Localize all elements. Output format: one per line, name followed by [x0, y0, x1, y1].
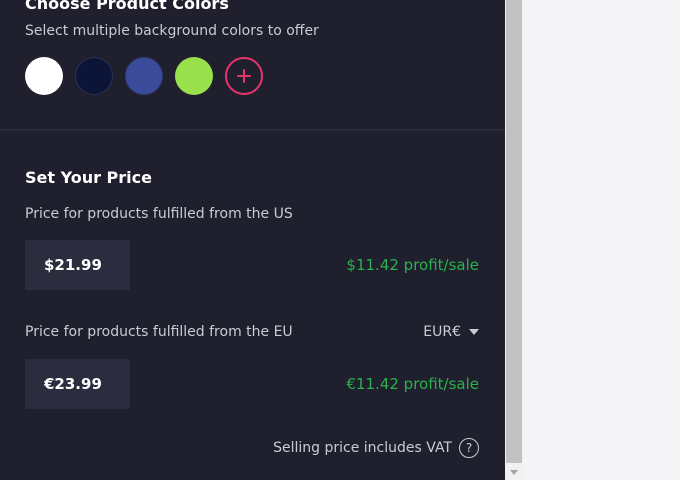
caret-down-icon: [469, 329, 479, 335]
color-swatch-lime-green[interactable]: [175, 57, 213, 95]
color-swatch-royal-blue[interactable]: [125, 57, 163, 95]
scrollbar-thumb[interactable]: [506, 0, 522, 463]
us-profit-text: $11.42 profit/sale: [346, 256, 479, 274]
product-settings-panel: Choose Product Colors Select multiple ba…: [0, 0, 505, 480]
color-swatch-white[interactable]: [25, 57, 63, 95]
vertical-scrollbar[interactable]: [505, 0, 523, 480]
vat-note: Selling price includes VAT ?: [273, 438, 479, 458]
scroll-down-arrow-icon[interactable]: [505, 465, 523, 480]
currency-value: EUR€: [423, 324, 461, 340]
eu-price-input[interactable]: [25, 359, 130, 409]
currency-dropdown[interactable]: EUR€: [423, 324, 479, 340]
eu-price-label: Price for products fulfilled from the EU: [25, 324, 293, 340]
question-circle-icon[interactable]: ?: [459, 438, 479, 458]
color-swatch-navy[interactable]: [75, 57, 113, 95]
us-price-input[interactable]: [25, 240, 130, 290]
colors-section-subtitle: Select multiple background colors to off…: [25, 23, 319, 39]
color-swatch-list: [25, 57, 263, 95]
colors-section-title: Choose Product Colors: [25, 0, 229, 13]
plus-icon: [237, 69, 251, 83]
us-price-label: Price for products fulfilled from the US: [25, 206, 293, 222]
add-color-button[interactable]: [225, 57, 263, 95]
eu-profit-text: €11.42 profit/sale: [346, 375, 479, 393]
vat-note-text: Selling price includes VAT: [273, 440, 452, 456]
section-divider: [0, 129, 505, 131]
price-section-title: Set Your Price: [25, 168, 152, 187]
